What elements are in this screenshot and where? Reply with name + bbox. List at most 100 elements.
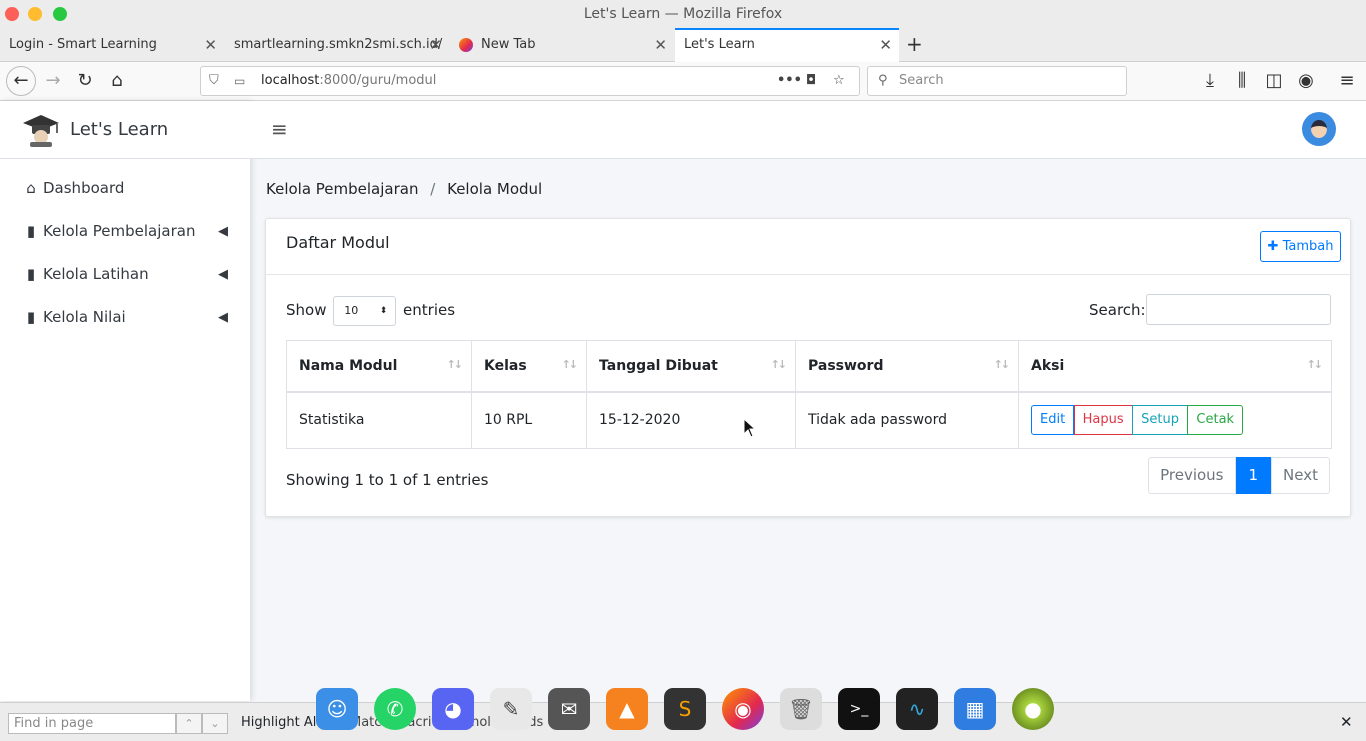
sidebar-item-dashboard[interactable]: ⌂ Dashboard <box>0 167 250 210</box>
tab-label: smartlearning.smkn2smi.sch.id/ <box>234 37 443 52</box>
mouse-cursor-icon <box>743 418 757 438</box>
firefox-icon[interactable]: ◉ <box>722 688 764 730</box>
sidebar-item-label: Kelola Latihan <box>43 265 149 283</box>
cell-nama-modul: Statistika <box>286 391 472 449</box>
pagination-page-1[interactable]: 1 <box>1235 457 1272 494</box>
close-tab-icon[interactable]: ✕ <box>654 28 667 62</box>
url-bar[interactable]: ⛉ ▭ localhost:8000/guru/modul ••• ◘ ☆ <box>200 66 860 96</box>
close-window-button[interactable] <box>5 7 19 21</box>
trash-icon[interactable]: 🗑 <box>780 688 822 730</box>
entries-select[interactable]: 10 ⬍ <box>333 295 397 326</box>
app-header: ≡ <box>250 101 1366 159</box>
bookmark-star-icon[interactable]: ☆ <box>833 67 845 95</box>
cetak-button[interactable]: Cetak <box>1187 405 1244 436</box>
tab-new-tab[interactable]: New Tab ✕ <box>450 28 674 62</box>
sidebar-item-kelola-latihan[interactable]: ▮ Kelola Latihan ◀ <box>0 253 250 296</box>
sidebar-item-kelola-pembelajaran[interactable]: ▮ Kelola Pembelajaran ◀ <box>0 210 250 253</box>
close-tab-icon[interactable]: ✕ <box>204 28 217 62</box>
close-tab-icon[interactable]: ✕ <box>429 28 442 62</box>
column-header-kelas[interactable]: Kelas ↑↓ <box>471 340 587 393</box>
tab-login[interactable]: Login - Smart Learning ✕ <box>0 28 224 62</box>
url-path: :8000/guru/modul <box>319 73 437 88</box>
app-icon[interactable]: ● <box>1012 688 1054 730</box>
modul-table: Nama Modul ↑↓ Kelas ↑↓ Tanggal Dibuat ↑↓ Pa… <box>286 340 1332 449</box>
sidebar-item-label: Kelola Pembelajaran <box>43 222 196 240</box>
column-header-label: Nama Modul <box>299 357 398 374</box>
sort-icon: ↑↓ <box>561 358 579 371</box>
hamburger-icon[interactable]: ≡ <box>271 118 288 140</box>
brand[interactable]: Let's Learn <box>0 101 250 159</box>
breadcrumb-parent[interactable]: Kelola Pembelajaran <box>266 180 418 198</box>
new-tab-icon[interactable]: + <box>906 28 923 60</box>
window-titlebar: Let's Learn — Mozilla Firefox <box>0 0 1366 28</box>
find-in-page-input[interactable]: Find in page <box>8 713 176 734</box>
page-icon: ▭ <box>234 74 246 88</box>
add-button-label: Tambah <box>1282 239 1334 254</box>
reload-icon[interactable]: ↻ <box>72 68 98 94</box>
close-tab-icon[interactable]: ✕ <box>879 30 892 60</box>
column-header-tanggal[interactable]: Tanggal Dibuat ↑↓ <box>586 340 796 393</box>
find-next-icon[interactable]: ⌄ <box>202 713 228 734</box>
brand-title: Let's Learn <box>70 119 169 140</box>
sidebar-item-label: Kelola Nilai <box>43 308 126 326</box>
tab-smartlearning[interactable]: smartlearning.smkn2smi.sch.id/ ✕ <box>225 28 449 62</box>
page-actions-icon[interactable]: ••• <box>777 67 802 95</box>
downloads-icon[interactable]: ⤓ <box>1197 68 1223 94</box>
find-previous-icon[interactable]: ⌃ <box>176 713 202 734</box>
maximize-window-button[interactable] <box>53 7 67 21</box>
table-header-row: Nama Modul ↑↓ Kelas ↑↓ Tanggal Dibuat ↑↓ Pa… <box>286 340 1332 393</box>
menu-icon[interactable]: ≡ <box>1334 68 1360 94</box>
edit-button[interactable]: Edit <box>1031 405 1075 436</box>
column-header-label: Tanggal Dibuat <box>599 357 718 374</box>
browser-search-bar[interactable]: ⚲ Search <box>867 66 1127 96</box>
activity-monitor-icon[interactable]: ∿ <box>896 688 938 730</box>
library-icon[interactable]: ⫼ <box>1229 68 1255 94</box>
vlc-icon[interactable]: ▲ <box>606 688 648 730</box>
plus-icon: ✚ <box>1267 239 1279 254</box>
column-header-label: Password <box>808 357 884 374</box>
discord-icon[interactable]: ◕ <box>432 688 474 730</box>
close-find-bar-icon[interactable]: ✕ <box>1340 713 1353 731</box>
account-icon[interactable]: ◉ <box>1293 68 1319 94</box>
table-row: Statistika 10 RPL 15-12-2020 Tidak ada p… <box>286 391 1332 449</box>
finder-icon[interactable]: ☺ <box>316 688 358 730</box>
sort-icon: ↑↓ <box>770 358 788 371</box>
home-icon[interactable]: ⌂ <box>104 68 130 94</box>
tab-label: New Tab <box>481 37 536 52</box>
sidebar-toggle-icon[interactable]: ◫ <box>1261 68 1287 94</box>
sublime-text-icon[interactable]: S <box>664 688 706 730</box>
url-host: localhost <box>261 73 320 88</box>
column-header-password[interactable]: Password ↑↓ <box>795 340 1019 393</box>
breadcrumb-separator: / <box>430 180 436 198</box>
setup-button[interactable]: Setup <box>1132 405 1188 436</box>
entries-length-control: Show 10 ⬍ entries <box>286 295 455 326</box>
table-search-input[interactable] <box>1146 294 1331 325</box>
pagination-next[interactable]: Next <box>1271 457 1330 494</box>
hapus-button[interactable]: Hapus <box>1073 405 1133 436</box>
mail-icon[interactable]: ✉ <box>548 688 590 730</box>
forward-icon[interactable]: → <box>40 68 66 94</box>
chevron-left-icon: ◀ <box>218 310 228 325</box>
sort-icon: ↑↓ <box>446 358 464 371</box>
pocket-icon[interactable]: ◘ <box>806 67 816 95</box>
tab-label: Login - Smart Learning <box>9 37 157 52</box>
entries-label: entries <box>403 301 456 319</box>
cell-kelas: 10 RPL <box>471 391 587 449</box>
firefox-icon <box>459 38 473 52</box>
avatar[interactable] <box>1302 112 1336 146</box>
sidebar-item-kelola-nilai[interactable]: ▮ Kelola Nilai ◀ <box>0 296 250 339</box>
launchpad-icon[interactable]: ▦ <box>954 688 996 730</box>
cell-aksi: Edit Hapus Setup Cetak <box>1018 391 1332 449</box>
minimize-window-button[interactable] <box>28 7 42 21</box>
table-search-label: Search: <box>1089 301 1146 319</box>
back-icon[interactable]: ← <box>6 66 36 96</box>
tab-lets-learn[interactable]: Let's Learn ✕ <box>675 28 899 62</box>
column-header-aksi[interactable]: Aksi ↑↓ <box>1018 340 1332 393</box>
terminal-icon[interactable]: >_ <box>838 688 880 730</box>
pagination: Previous 1 Next <box>1148 457 1330 494</box>
column-header-nama-modul[interactable]: Nama Modul ↑↓ <box>286 340 472 393</box>
add-button[interactable]: ✚ Tambah <box>1260 231 1341 262</box>
pagination-previous[interactable]: Previous <box>1148 457 1236 494</box>
whatsapp-icon[interactable]: ✆ <box>374 688 416 730</box>
text-editor-icon[interactable]: ✎ <box>490 688 532 730</box>
